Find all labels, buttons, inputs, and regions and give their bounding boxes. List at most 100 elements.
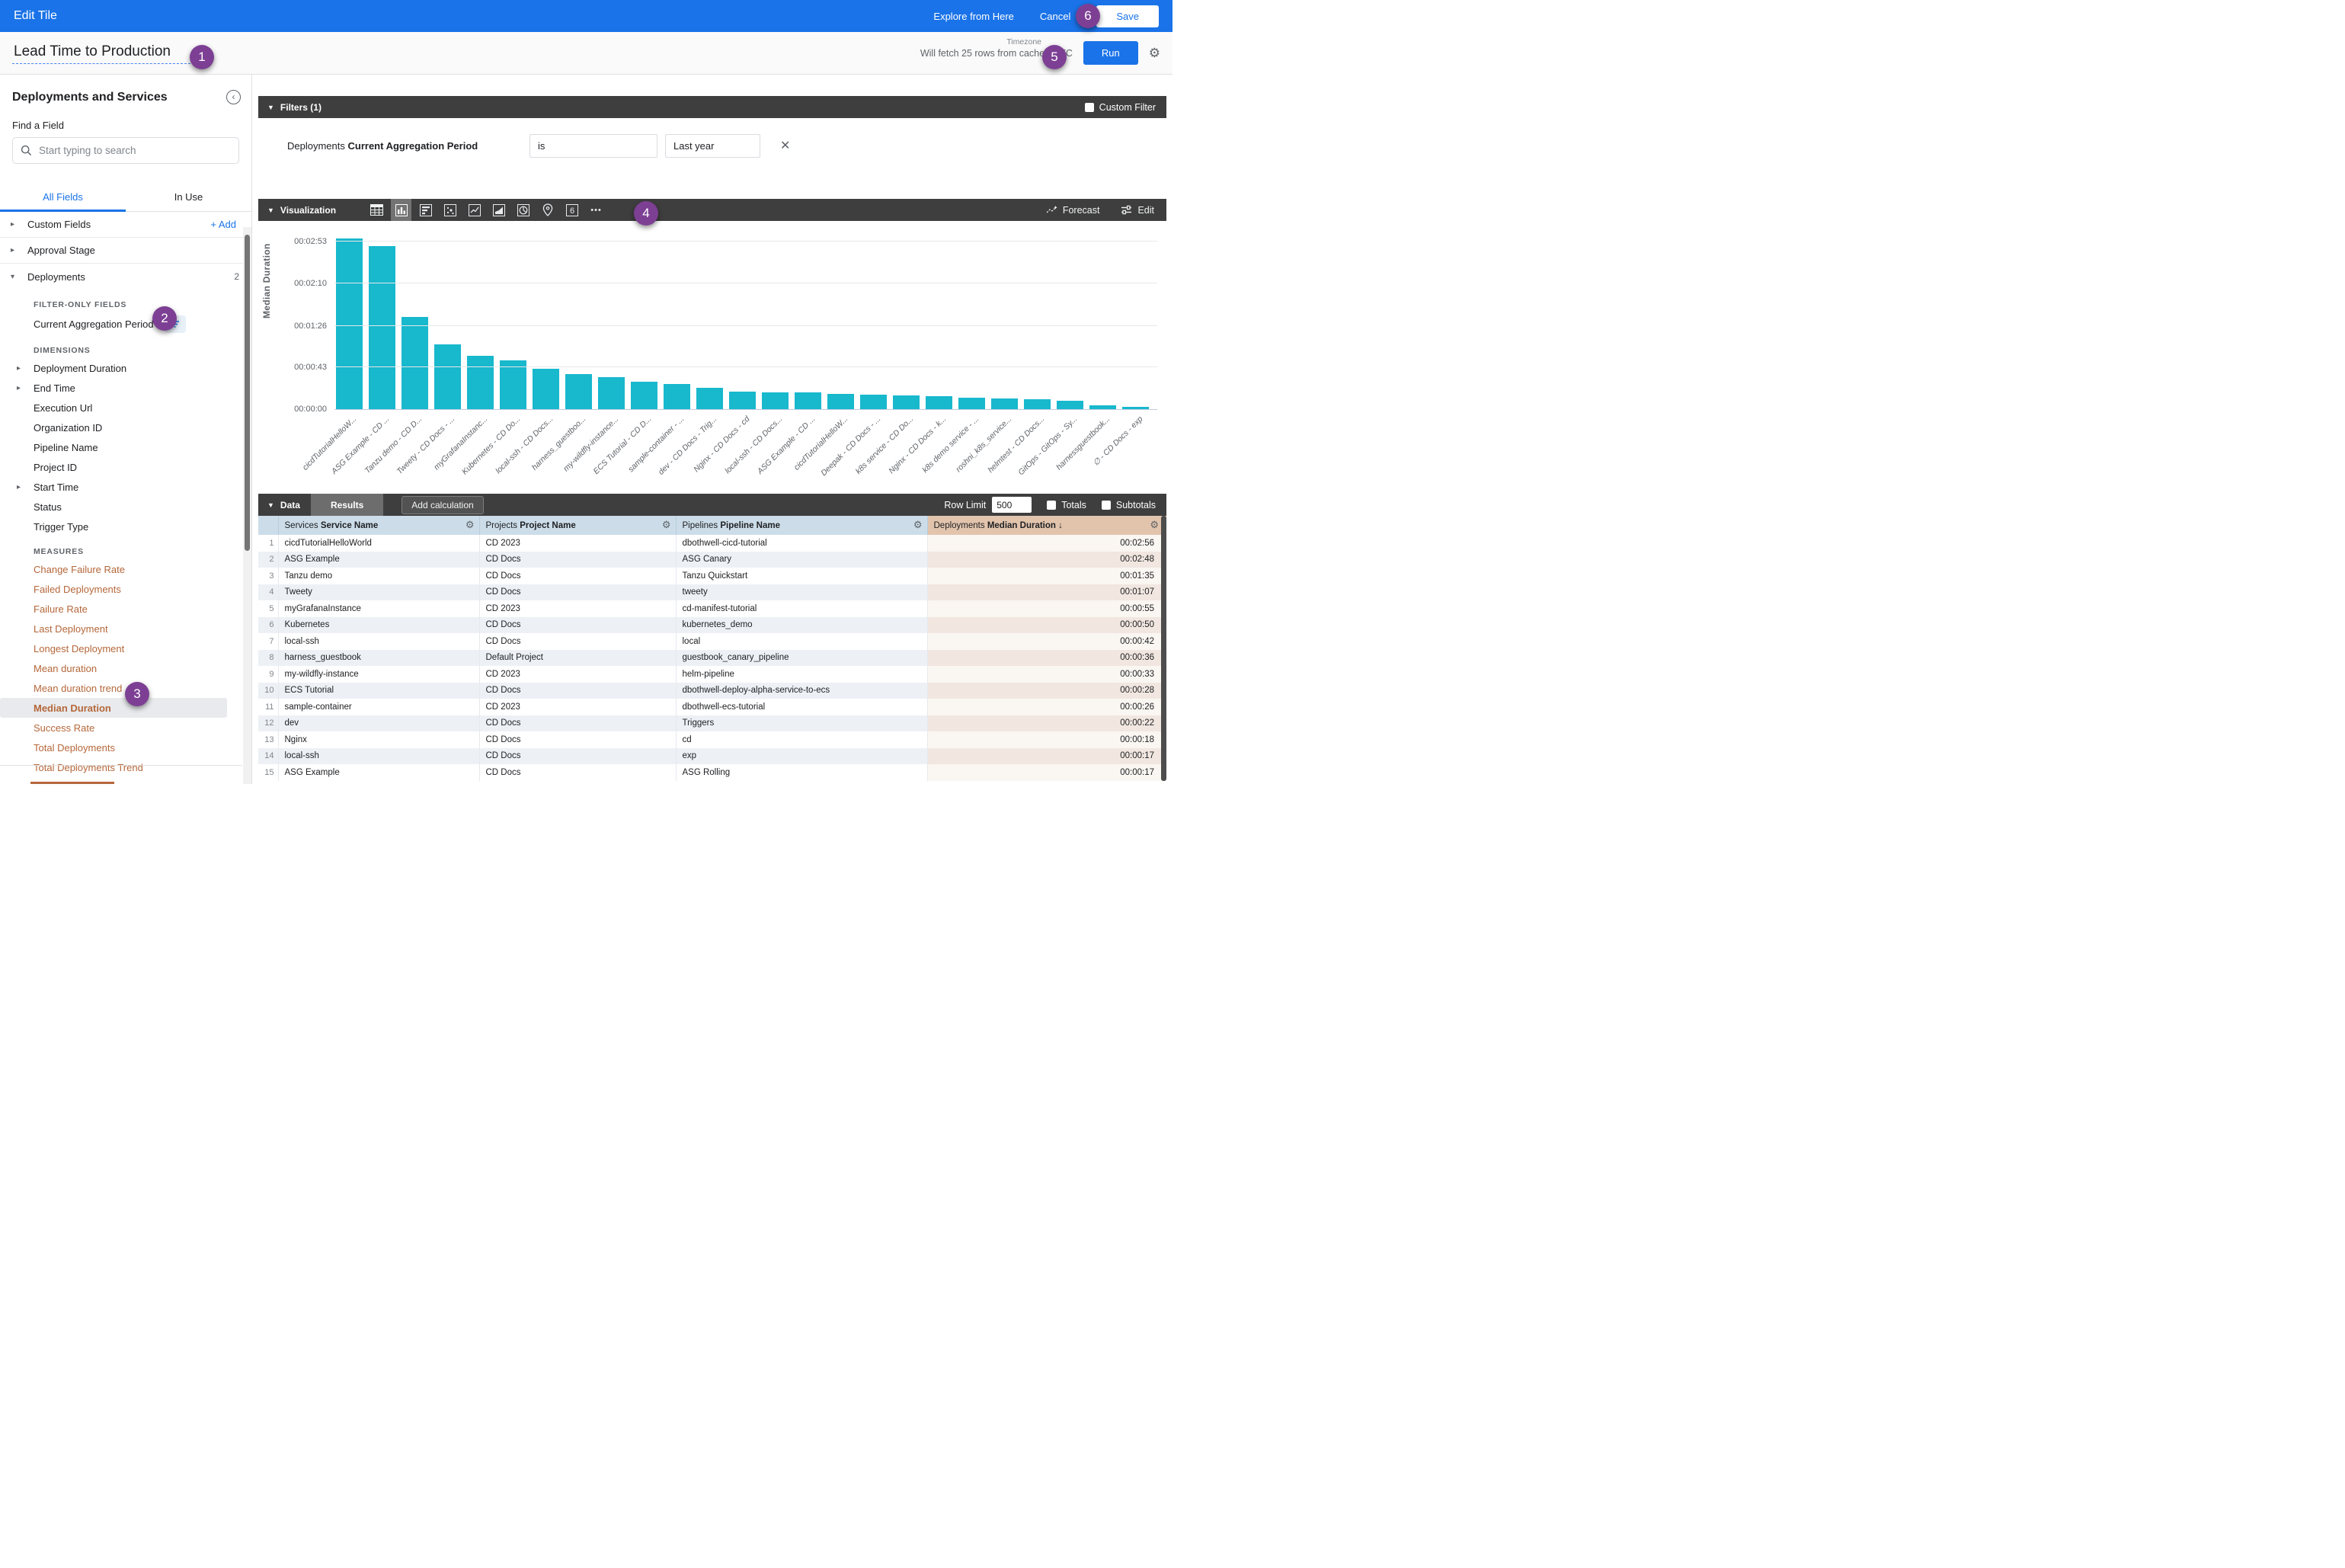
column-gear-icon[interactable]: ⚙ xyxy=(662,519,671,531)
sidebar-field-success-rate[interactable]: Success Rate xyxy=(0,718,251,738)
column-header-project-name[interactable]: Projects Project Name⚙ xyxy=(479,516,676,535)
map-viz-icon[interactable] xyxy=(537,199,558,221)
expander-icon[interactable]: ▸ xyxy=(17,364,34,373)
chart-bar[interactable] xyxy=(401,317,428,409)
sidebar-field-failure-rate[interactable]: Failure Rate xyxy=(0,599,251,619)
chart-bar[interactable] xyxy=(467,356,494,409)
table-row[interactable]: 7local-sshCD Docslocal00:00:42 xyxy=(258,633,1166,650)
chart-bar[interactable] xyxy=(860,395,887,409)
table-row[interactable]: 6KubernetesCD Docskubernetes_demo00:00:5… xyxy=(258,617,1166,634)
table-row[interactable]: 1cicdTutorialHelloWorldCD 2023dbothwell-… xyxy=(258,535,1166,552)
row-limit-input[interactable] xyxy=(992,497,1032,513)
sidebar-field-median-duration[interactable]: Median Duration xyxy=(0,698,227,718)
filter-operator-select[interactable]: is xyxy=(529,134,657,158)
timezone-dropdown[interactable]: Timezone xyxy=(1006,37,1041,46)
explore-from-here-link[interactable]: Explore from Here xyxy=(933,11,1013,22)
bar-chart-viz-icon[interactable] xyxy=(391,199,411,221)
chart-bar[interactable] xyxy=(795,392,821,409)
expander-icon[interactable]: ▸ xyxy=(17,384,34,392)
visualization-section-header[interactable]: ▼ Visualization xyxy=(258,199,1166,221)
expander-icon[interactable]: ▾ xyxy=(11,273,27,281)
filter-value-input[interactable]: Last year xyxy=(665,134,760,158)
sidebar-field-total-deployments-trend[interactable]: Total Deployments Trend xyxy=(0,757,251,777)
sidebar-field-project-id[interactable]: Project ID xyxy=(0,457,251,477)
collapse-triangle-icon[interactable]: ▼ xyxy=(267,206,274,214)
chart-bar[interactable] xyxy=(827,394,854,409)
chart-bar[interactable] xyxy=(598,377,625,409)
chart-bar[interactable] xyxy=(1024,399,1051,409)
run-button[interactable]: Run xyxy=(1083,41,1138,65)
chart-bar[interactable] xyxy=(565,374,592,409)
add-custom-field-button[interactable]: + Add xyxy=(210,219,241,230)
tile-title-input[interactable]: Lead Time to Production xyxy=(12,42,190,64)
sidebar-field-end-time[interactable]: ▸End Time xyxy=(0,378,251,398)
chart-bar[interactable] xyxy=(729,392,756,409)
table-row[interactable]: 9my-wildfly-instanceCD 2023helm-pipeline… xyxy=(258,666,1166,683)
sidebar-collapse-icon[interactable]: ‹ xyxy=(226,90,241,104)
chart-bar[interactable] xyxy=(1089,405,1116,409)
filters-section-header[interactable]: ▼ Filters (1) Custom Filter xyxy=(258,96,1166,118)
single-value-viz-icon[interactable]: 6 xyxy=(561,199,582,221)
totals-checkbox[interactable] xyxy=(1047,501,1056,510)
sidebar-field-longest-deployment[interactable]: Longest Deployment xyxy=(0,638,251,658)
chart-bar[interactable] xyxy=(369,246,395,409)
chart-bar[interactable] xyxy=(762,392,789,409)
table-row[interactable]: 15ASG ExampleCD DocsASG Rolling00:00:17 xyxy=(258,764,1166,781)
field-search-box[interactable] xyxy=(12,137,239,164)
pie-chart-viz-icon[interactable] xyxy=(513,199,533,221)
chart-bar[interactable] xyxy=(336,238,363,409)
data-section-header[interactable]: ▼ Data Results Add calculation Row Limit… xyxy=(258,494,1166,516)
save-button[interactable]: Save xyxy=(1096,5,1159,27)
query-settings-gear-icon[interactable]: ⚙ xyxy=(1149,46,1160,59)
chart-bar[interactable] xyxy=(434,344,461,409)
chart-bar[interactable] xyxy=(500,360,526,409)
collapse-triangle-icon[interactable]: ▼ xyxy=(267,104,274,111)
scatter-viz-icon[interactable] xyxy=(440,199,460,221)
sidebar-field-execution-url[interactable]: Execution Url xyxy=(0,398,251,418)
chart-bar[interactable] xyxy=(1057,401,1083,409)
more-viz-types-icon[interactable]: ••• xyxy=(586,199,606,221)
sidebar-item-deployments[interactable]: ▾ Deployments 2 xyxy=(0,264,251,290)
table-row[interactable]: 3Tanzu demoCD DocsTanzu Quickstart00:01:… xyxy=(258,568,1166,584)
column-header-pipeline-name[interactable]: Pipelines Pipeline Name⚙ xyxy=(676,516,927,535)
sidebar-item-custom-fields[interactable]: ▸ Custom Fields + Add xyxy=(0,212,251,238)
collapse-triangle-icon[interactable]: ▼ xyxy=(267,501,274,509)
sidebar-field-pipeline-name[interactable]: Pipeline Name xyxy=(0,437,251,457)
horizontal-bar-viz-icon[interactable] xyxy=(415,199,436,221)
sidebar-field-change-failure-rate[interactable]: Change Failure Rate xyxy=(0,559,251,579)
table-row[interactable]: 10ECS TutorialCD Docsdbothwell-deploy-al… xyxy=(258,683,1166,699)
cancel-link[interactable]: Cancel xyxy=(1040,11,1070,22)
sidebar-field-deployment-duration[interactable]: ▸Deployment Duration xyxy=(0,358,251,378)
sidebar-field-failed-deployments[interactable]: Failed Deployments xyxy=(0,579,251,599)
chart-bar[interactable] xyxy=(991,398,1018,409)
expander-icon[interactable]: ▸ xyxy=(17,483,34,491)
sidebar-field-status[interactable]: Status xyxy=(0,497,251,517)
custom-filter-checkbox[interactable] xyxy=(1085,103,1094,112)
column-gear-icon[interactable]: ⚙ xyxy=(465,519,475,531)
table-row[interactable]: 14local-sshCD Docsexp00:00:17 xyxy=(258,748,1166,765)
sidebar-field-last-deployment[interactable]: Last Deployment xyxy=(0,619,251,638)
sidebar-field-organization-id[interactable]: Organization ID xyxy=(0,418,251,437)
area-chart-viz-icon[interactable] xyxy=(488,199,509,221)
tab-all-fields[interactable]: All Fields xyxy=(0,184,126,212)
chart-bar[interactable] xyxy=(696,388,723,409)
table-viz-icon[interactable] xyxy=(366,199,387,221)
remove-filter-icon[interactable]: ✕ xyxy=(780,138,790,153)
sidebar-field-trigger-type[interactable]: Trigger Type xyxy=(0,517,251,536)
sidebar-scrollbar-thumb[interactable] xyxy=(245,235,250,551)
sidebar-field-mean-duration[interactable]: Mean duration xyxy=(0,658,251,678)
line-chart-viz-icon[interactable] xyxy=(464,199,485,221)
search-input[interactable] xyxy=(39,145,231,156)
sidebar-field-current-aggregation-period[interactable]: Current Aggregation Period xyxy=(0,312,251,335)
column-gear-icon[interactable]: ⚙ xyxy=(1150,519,1159,531)
edit-viz-button[interactable]: Edit xyxy=(1121,205,1154,216)
forecast-button[interactable]: Forecast xyxy=(1046,205,1100,216)
add-calculation-button[interactable]: Add calculation xyxy=(401,496,483,514)
column-header-median-duration[interactable]: Deployments Median Duration ↓⚙ xyxy=(927,516,1166,535)
results-tab[interactable]: Results xyxy=(311,494,383,516)
sidebar-item-approval-stage[interactable]: ▸ Approval Stage xyxy=(0,238,251,264)
table-scrollbar-thumb[interactable] xyxy=(1161,516,1166,781)
chart-bar[interactable] xyxy=(631,382,657,409)
chart-bar[interactable] xyxy=(664,384,690,409)
table-row[interactable]: 8harness_guestbookDefault Projectguestbo… xyxy=(258,650,1166,667)
